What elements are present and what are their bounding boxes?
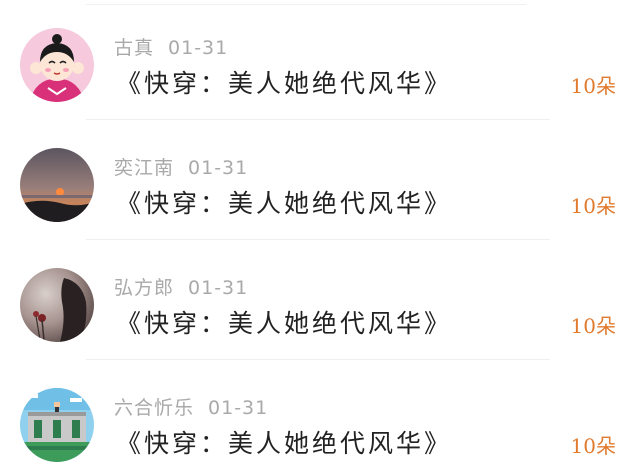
book-title[interactable]: 《快穿：美人她绝代风华》 [116, 64, 452, 100]
comment-meta: 奕江南 01-31 [114, 153, 248, 180]
comment-meta: 弘方郎 01-31 [114, 273, 248, 300]
dark-flower-photo-avatar-icon [20, 268, 94, 342]
flower-count: 10朵 [570, 194, 616, 218]
list-item[interactable]: 六合忻乐 01-31 《快穿：美人她绝代风华》 10朵 [0, 360, 640, 472]
comment-meta: 六合忻乐 01-31 [114, 393, 268, 420]
gift-comment-list: 古真 01-31 《快穿：美人她绝代风华》 10朵 奕江南 01-31 《快穿：… [0, 0, 640, 472]
pixel-castle-avatar-icon [20, 388, 94, 462]
list-item[interactable]: 古真 01-31 《快穿：美人她绝代风华》 10朵 [0, 0, 640, 120]
user-name[interactable]: 弘方郎 [114, 277, 174, 299]
comment-date: 01-31 [208, 397, 269, 419]
comment-date: 01-31 [188, 157, 249, 179]
comment-meta: 古真 01-31 [114, 33, 228, 60]
avatar[interactable] [20, 388, 94, 462]
avatar[interactable] [20, 28, 94, 102]
flower-count: 10朵 [570, 74, 616, 98]
flower-count: 10朵 [570, 314, 616, 338]
comment-date: 01-31 [188, 277, 249, 299]
cartoon-girl-avatar-icon [20, 28, 94, 102]
avatar[interactable] [20, 268, 94, 342]
book-title[interactable]: 《快穿：美人她绝代风华》 [116, 184, 452, 220]
user-name[interactable]: 六合忻乐 [114, 397, 194, 419]
sunset-photo-avatar-icon [20, 148, 94, 222]
book-title[interactable]: 《快穿：美人她绝代风华》 [116, 304, 452, 340]
list-item[interactable]: 奕江南 01-31 《快穿：美人她绝代风华》 10朵 [0, 120, 640, 240]
flower-count: 10朵 [570, 434, 616, 458]
user-name[interactable]: 古真 [114, 37, 154, 59]
list-item[interactable]: 弘方郎 01-31 《快穿：美人她绝代风华》 10朵 [0, 240, 640, 360]
book-title[interactable]: 《快穿：美人她绝代风华》 [116, 424, 452, 460]
comment-date: 01-31 [168, 37, 229, 59]
avatar[interactable] [20, 148, 94, 222]
user-name[interactable]: 奕江南 [114, 157, 174, 179]
